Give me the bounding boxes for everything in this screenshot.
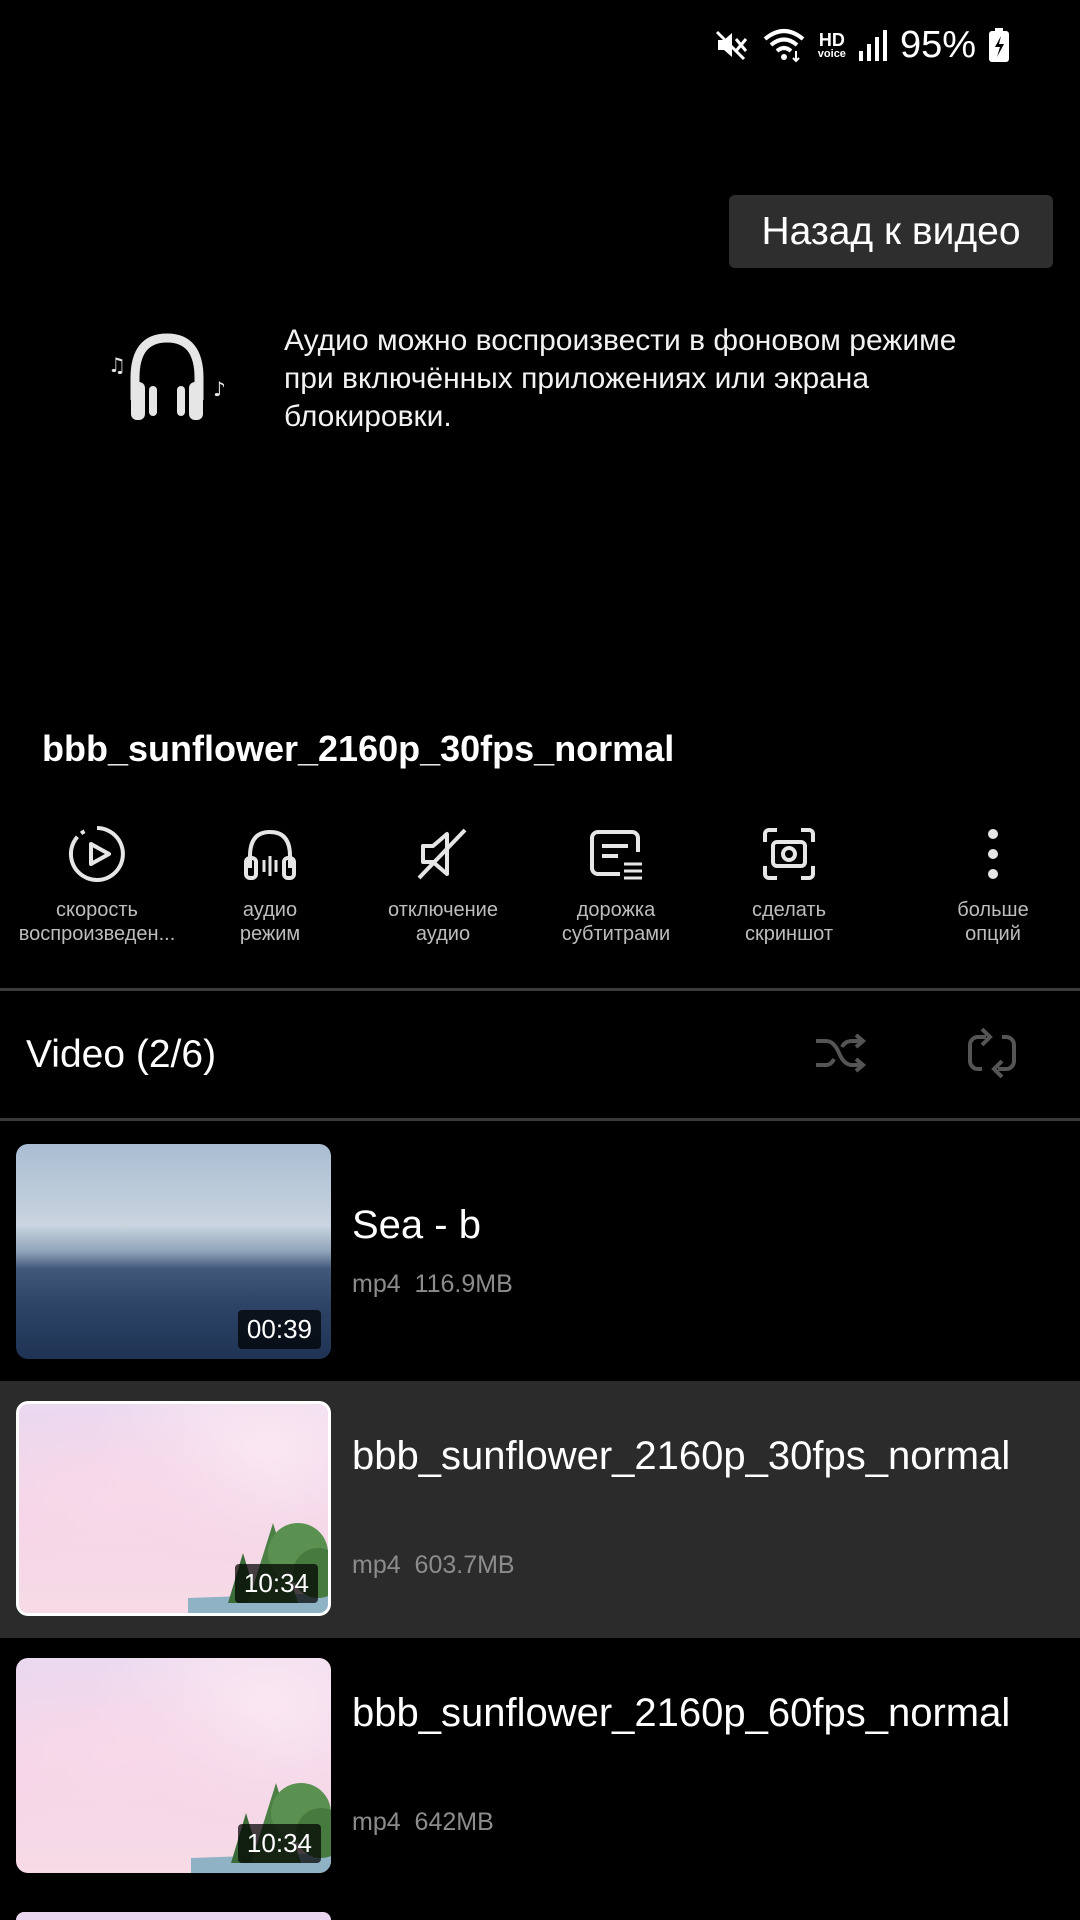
playlist-item[interactable]: 00:39 Sea - b mp4 116.9MB xyxy=(0,1124,1080,1381)
item-format: mp4 xyxy=(352,1551,401,1579)
back-to-video-button[interactable]: Назад к видео xyxy=(729,195,1053,268)
video-thumbnail: 00:39 xyxy=(16,1144,331,1359)
playback-speed-icon xyxy=(68,826,125,882)
svg-text:♫: ♫ xyxy=(108,353,126,377)
repeat-icon[interactable] xyxy=(964,1025,1020,1081)
item-size: 603.7MB xyxy=(414,1551,515,1579)
headphones-icon xyxy=(244,829,296,880)
item-meta: mp4 603.7MB xyxy=(352,1551,515,1580)
divider xyxy=(0,988,1080,991)
item-title: bbb_sunflower_2160p_30fps_normal xyxy=(352,1434,1011,1478)
duration-badge: 10:34 xyxy=(237,1824,321,1863)
item-meta: mp4 642MB xyxy=(352,1808,494,1837)
duration-badge: 10:34 xyxy=(234,1564,318,1603)
screenshot-label: сделать скриншот xyxy=(745,899,833,945)
more-options-button[interactable]: больше опций xyxy=(908,822,1078,946)
shuffle-icon[interactable] xyxy=(812,1025,868,1081)
playlist-item[interactable]: 10:34 bbb_sunflower_2160p_30fps_normal m… xyxy=(0,1381,1080,1638)
screenshot-icon xyxy=(763,828,815,880)
current-video-title: bbb_sunflower_2160p_30fps_normal xyxy=(42,728,675,769)
voice-label: voice xyxy=(817,47,846,60)
hd-voice-icon: HD voice xyxy=(818,31,846,60)
status-bar: HD voice 95% xyxy=(0,0,1080,90)
subtitle-track-label: дорожка субтитрами xyxy=(561,899,671,945)
video-thumbnail: 10:34 xyxy=(16,1658,331,1873)
headphones-music-icon: ♫ ♪ xyxy=(108,333,226,420)
item-title: Sea - b xyxy=(352,1203,481,1247)
wifi-icon xyxy=(763,29,805,63)
audio-mode-notice: Аудио можно воспроизвести в фоновом режи… xyxy=(284,324,957,433)
playback-speed-label: скорость воспроизведен... xyxy=(18,899,176,945)
more-options-icon xyxy=(988,829,998,879)
mute-icon xyxy=(417,828,467,880)
playback-speed-button[interactable]: скорость воспроизведен... xyxy=(12,822,182,946)
divider xyxy=(0,1118,1080,1121)
audio-mode-button[interactable]: аудио режим xyxy=(185,822,355,946)
vibrate-mute-icon xyxy=(715,30,747,61)
audio-mode-label: аудио режим xyxy=(239,899,301,945)
player-toolbar: скорость воспроизведен... аудио режим от… xyxy=(0,822,1080,962)
svg-text:♪: ♪ xyxy=(213,377,226,401)
hd-label: HD xyxy=(818,29,845,50)
video-thumbnail: 10:34 xyxy=(16,1401,331,1616)
battery-charging-icon xyxy=(989,28,1009,62)
item-title: bbb_sunflower_2160p_60fps_normal xyxy=(352,1691,1011,1735)
item-meta: mp4 116.9MB xyxy=(352,1270,513,1299)
playlist-item[interactable]: 10:34 bbb_sunflower_2160p_60fps_normal m… xyxy=(0,1638,1080,1895)
item-format: mp4 xyxy=(352,1270,401,1298)
screenshot-button[interactable]: сделать скриншот xyxy=(704,822,874,946)
more-options-label: больше опций xyxy=(957,899,1029,945)
item-size: 642MB xyxy=(414,1808,494,1836)
battery-percent: 95% xyxy=(899,23,976,66)
duration-badge: 00:39 xyxy=(237,1310,321,1349)
signal-icon xyxy=(858,30,887,61)
subtitles-icon xyxy=(590,830,642,880)
next-item-thumbnail-edge xyxy=(16,1912,331,1920)
item-format: mp4 xyxy=(352,1808,401,1836)
mute-audio-label: отключение аудио xyxy=(388,899,498,945)
mute-audio-button[interactable]: отключение аудио xyxy=(358,822,528,946)
item-size: 116.9MB xyxy=(414,1270,513,1298)
subtitle-track-button[interactable]: дорожка субтитрами xyxy=(531,822,701,946)
playlist-title: Video (2/6) xyxy=(26,1033,217,1076)
playlist-header: Video (2/6) xyxy=(0,995,1080,1115)
